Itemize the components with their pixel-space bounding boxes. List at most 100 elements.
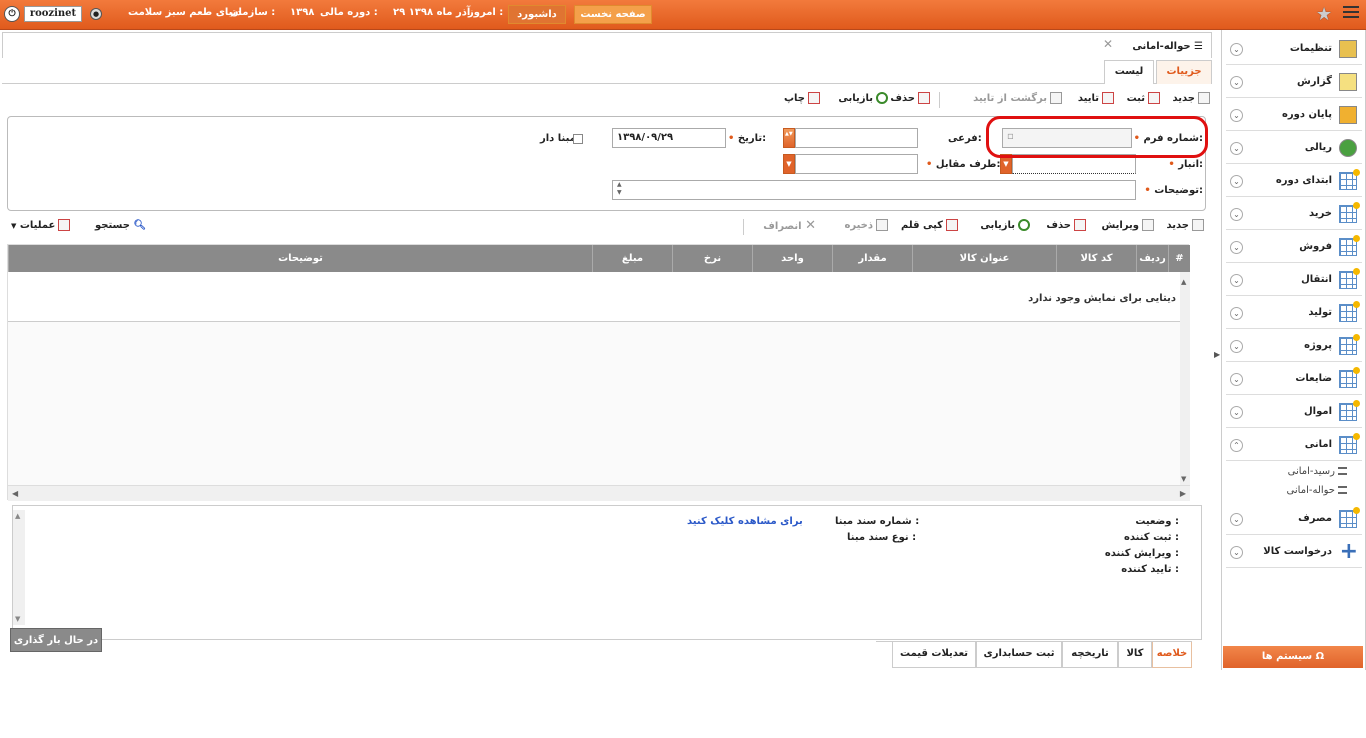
print-button[interactable]: چاپ [784,90,820,110]
sidebar-subitem-consign-receipt[interactable]: رسید-امانی [1288,466,1347,477]
grid-icon [1339,334,1360,355]
chevron-down-icon[interactable]: ⌄ [1230,340,1243,353]
grid-col-qty[interactable]: مقدار [832,245,912,272]
grid-copy-button[interactable]: کپی قلم [901,217,958,237]
sidebar-item-purchase[interactable]: خرید ⌄ [1226,199,1362,230]
grid-operations-button[interactable]: ▼ عملیات [11,217,71,237]
tab-summary[interactable]: خلاصه [1152,642,1192,668]
scroll-right-icon[interactable]: ▶ [1180,489,1186,498]
sidebar-item-assets[interactable]: اموال ⌄ [1226,397,1362,428]
sidebar-item-settings[interactable]: تنظیمات ⌄ [1226,34,1362,65]
home-button[interactable]: صفحه نخست [574,5,652,24]
grid-new-button[interactable]: جدید [1166,217,1204,237]
page-title[interactable]: حواله-امانی ☰ [1132,41,1203,52]
grid-col-title[interactable]: عنوان کالا [912,245,1056,272]
grid-col-hash[interactable]: # [1168,245,1190,272]
chevron-down-icon[interactable]: ⌄ [1230,307,1243,320]
sidebar-subitem-consign-issue[interactable]: حواله-امانی [1287,485,1347,496]
sub-spinner[interactable] [783,128,795,148]
counterparty-dropdown-arrow[interactable]: ▼ [783,154,795,174]
chevron-down-icon[interactable]: ⌄ [1230,546,1243,559]
toolbar-separator [939,92,940,108]
save-button[interactable]: ثبت [1127,90,1160,110]
tab-history[interactable]: تاریخچه [1062,642,1118,668]
grid-col-rate[interactable]: نرخ [672,245,752,272]
sidebar-item-period-start[interactable]: ابتدای دوره ⌄ [1226,166,1362,197]
settings-small-icon[interactable]: ● [90,8,102,20]
unapprove-button[interactable]: برگشت از تایید [973,90,1062,110]
username-box: roozinet [24,6,82,22]
approve-icon [1102,92,1114,104]
sidebar-item-rial[interactable]: ریالی ⌄ [1226,133,1362,164]
view-link[interactable]: برای مشاهده کلیک کنید [687,516,803,527]
approve-button[interactable]: تایید [1078,90,1114,110]
chevron-down-icon[interactable]: ⌄ [1230,406,1243,419]
grid-cancel-button[interactable]: انصراف ✕ [763,217,816,237]
power-icon[interactable]: ⏻ [4,6,20,22]
sidebar-item-consignment[interactable]: امانی ⌃ [1226,430,1362,461]
grid-delete-button[interactable]: حذف [1046,217,1086,237]
chevron-up-icon[interactable]: ⌃ [1230,439,1243,452]
scroll-down-icon[interactable]: ▼ [15,615,20,623]
tab-accounting[interactable]: ثبت حسابداری [976,642,1062,668]
grid-col-row[interactable]: ردیف [1136,245,1168,272]
sidebar-item-report[interactable]: گزارش ⌄ [1226,67,1362,98]
delete-button[interactable]: حذف [890,90,930,110]
sidebar-item-period-end[interactable]: پایان دوره ⌄ [1226,100,1362,131]
desc-input[interactable]: ▲ ▼ [612,180,1136,200]
grid-edit-button[interactable]: ویرایش [1101,217,1154,237]
grid-col-amount[interactable]: مبلغ [592,245,672,272]
sidebar-item-sales[interactable]: فروش ⌄ [1226,232,1362,263]
tab-items[interactable]: کالا [1118,642,1152,668]
grid-icon [1339,301,1360,322]
scroll-left-icon[interactable]: ◀ [12,489,18,498]
sidebar-item-waste[interactable]: ضایعات ⌄ [1226,364,1362,395]
grid-search-button[interactable]: جستجو 🔍︎ [95,217,146,237]
sidebar-item-consumption[interactable]: مصرف ⌄ [1226,504,1362,535]
sidebar-item-production[interactable]: تولید ⌄ [1226,298,1362,329]
menu-icon[interactable] [1343,6,1359,22]
tab-details[interactable]: جزییات [1156,60,1212,84]
grid-horizontal-scrollbar[interactable]: ◀ ▶ [8,485,1190,501]
sidebar-item-transfer[interactable]: انتقال ⌄ [1226,265,1362,296]
org-label: سازمان : [230,7,276,18]
chevron-down-icon[interactable]: ⌄ [1230,76,1243,89]
chevron-down-icon[interactable]: ⌄ [1230,208,1243,221]
grid-col-desc[interactable]: توضیحات [8,245,592,272]
tab-list[interactable]: لیست [1104,60,1154,84]
chevron-down-icon[interactable]: ⌄ [1230,373,1243,386]
grid-refresh-button[interactable]: بازیابی [980,217,1030,237]
chevron-down-icon[interactable]: ⌄ [1230,513,1243,526]
date-input[interactable]: ۱۳۹۸/۰۹/۲۹ [612,128,726,148]
sidebar-item-project[interactable]: پروژه ⌄ [1226,331,1362,362]
scroll-up-icon[interactable]: ▲ [15,512,20,520]
counterparty-select[interactable] [795,154,918,174]
star-icon[interactable]: ★ [1316,4,1332,25]
sub-input[interactable] [795,128,918,148]
scroll-down-icon[interactable]: ▼ [1181,475,1186,483]
chevron-down-icon[interactable]: ⌄ [1230,175,1243,188]
counterparty-label: • طرف مقابل: [926,159,1001,170]
list-icon [1338,486,1347,494]
refresh-button[interactable]: بازیابی [838,90,888,110]
systems-button[interactable]: سیستم ها Ω [1223,646,1363,668]
details-scrollbar[interactable]: ▲ ▼ [13,510,25,625]
chevron-down-icon[interactable]: ⌄ [1230,43,1243,56]
dashboard-button[interactable]: داشبورد [508,5,566,24]
chevron-down-icon[interactable]: ⌄ [1230,274,1243,287]
sidebar-item-goods-request[interactable]: درخواست کالا + ⌄ [1226,537,1362,568]
scroll-up-icon[interactable]: ▲ [1181,278,1186,286]
new-button[interactable]: جدید [1172,90,1210,110]
sidebar-toggle-icon[interactable]: ▶ [1214,350,1220,359]
grid-col-unit[interactable]: واحد [752,245,832,272]
grid-col-code[interactable]: کد کالا [1056,245,1136,272]
chevron-down-icon[interactable]: ⌄ [1230,142,1243,155]
tab-price-adjust[interactable]: تعدیلات قیمت [892,642,976,668]
chevron-down-icon[interactable]: ⌄ [1230,109,1243,122]
status-label: وضعیت : [1135,516,1179,527]
close-icon[interactable]: ✕ [1103,37,1113,51]
chevron-down-icon[interactable]: ⌄ [1230,241,1243,254]
grid-save-button[interactable]: ذخیره [844,217,888,237]
has-base-checkbox[interactable] [573,134,583,144]
grid-vertical-scrollbar[interactable]: ▲ ▼ [1180,272,1190,485]
